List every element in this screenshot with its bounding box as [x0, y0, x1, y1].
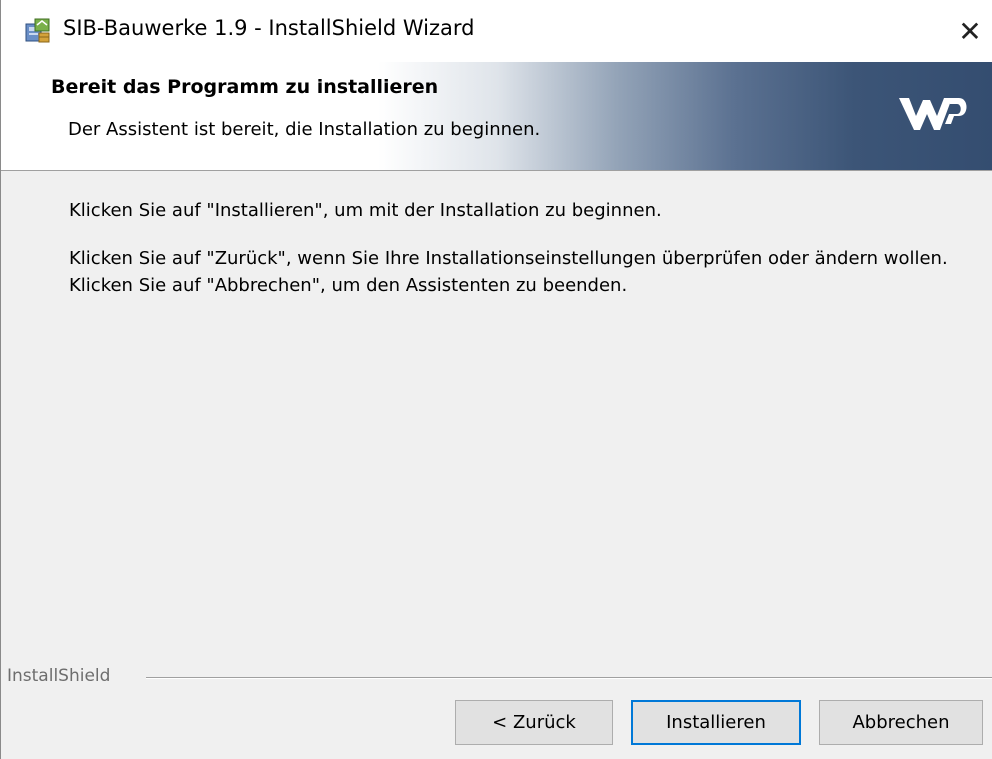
instruction-text: Klicken Sie auf "Installieren", um mit d…	[69, 200, 662, 221]
install-button[interactable]: Installieren	[631, 700, 801, 745]
divider	[146, 677, 992, 679]
page-subtitle: Der Assistent ist bereit, die Installati…	[68, 119, 541, 140]
content-area: Klicken Sie auf "Installieren", um mit d…	[1, 172, 992, 662]
wmp-logo-icon	[899, 98, 967, 130]
brand-label: InstallShield	[7, 666, 119, 686]
close-icon: ✕	[958, 14, 982, 48]
page-title: Bereit das Programm zu installieren	[51, 76, 439, 98]
title-bar[interactable]: SIB-Bauwerke 1.9 - InstallShield Wizard …	[1, 0, 992, 62]
installshield-branding: InstallShield	[1, 664, 992, 690]
close-button[interactable]: ✕	[947, 0, 992, 62]
window-title: SIB-Bauwerke 1.9 - InstallShield Wizard	[63, 16, 475, 40]
cancel-button[interactable]: Abbrechen	[819, 700, 983, 745]
installer-package-icon	[25, 18, 50, 43]
header-banner: Bereit das Programm zu installieren Der …	[1, 62, 992, 171]
installshield-wizard-window: SIB-Bauwerke 1.9 - InstallShield Wizard …	[0, 0, 992, 759]
back-button[interactable]: < Zurück	[455, 700, 613, 745]
help-text: Klicken Sie auf "Zurück", wenn Sie Ihre …	[69, 248, 948, 296]
